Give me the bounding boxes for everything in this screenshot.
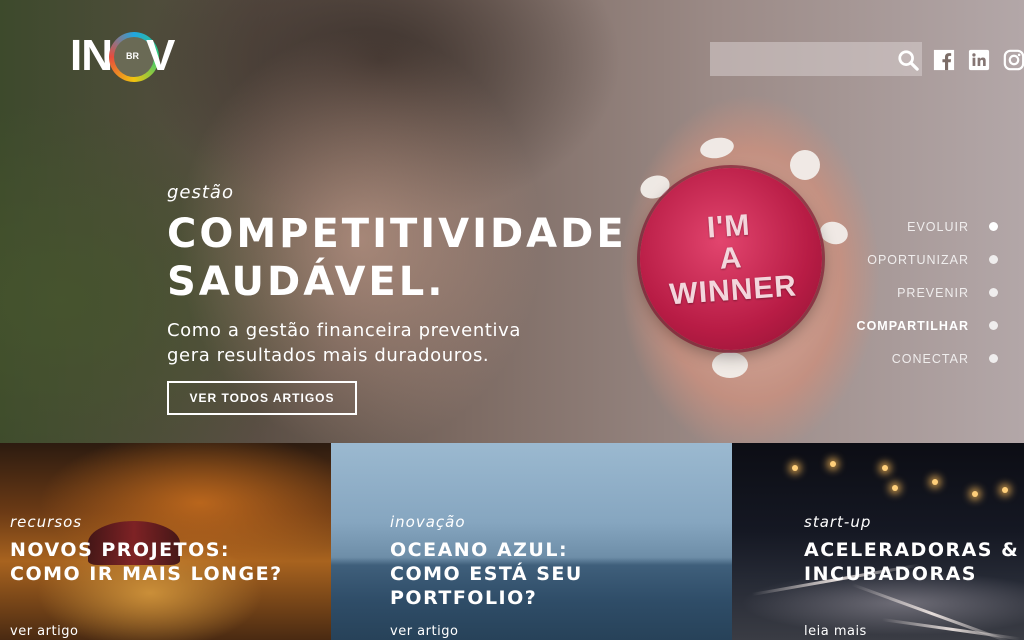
city-light (792, 465, 798, 471)
city-light (892, 485, 898, 491)
section-nav-item-evoluir[interactable]: EVOLUIR (857, 210, 998, 243)
card-title-line: ACELERADORAS & (804, 539, 1020, 561)
facebook-icon[interactable] (933, 49, 955, 71)
city-light (882, 465, 888, 471)
search-input[interactable] (710, 42, 922, 76)
card-title-line: OCEANO AZUL: (390, 539, 569, 561)
card-link[interactable]: ver artigo (390, 624, 458, 639)
nav-dot-icon (989, 288, 998, 297)
city-light (932, 479, 938, 485)
card-title-line: PORTFOLIO? (390, 587, 538, 609)
card-category: inovação (390, 513, 466, 531)
card-title: OCEANO AZUL: COMO ESTÁ SEU PORTFOLIO? (390, 538, 583, 610)
article-card-startup[interactable]: start-up ACELERADORAS & INCUBADORAS leia… (732, 443, 1024, 640)
section-nav-label: EVOLUIR (907, 219, 969, 234)
hero-subtitle-line: Como a gestão financeira preventiva (167, 320, 521, 341)
article-card-recursos[interactable]: recursos NOVOS PROJETOS: COMO IR MAIS LO… (0, 443, 331, 640)
instagram-icon[interactable] (1003, 49, 1024, 71)
section-nav-item-conectar[interactable]: CONECTAR (857, 342, 998, 375)
light-streak (851, 583, 1013, 640)
nav-dot-icon (989, 354, 998, 363)
fingernail (712, 352, 748, 378)
card-title-line: NOVOS PROJETOS: (10, 539, 231, 561)
card-category: start-up (804, 513, 872, 531)
logo-text-v: V (146, 31, 175, 80)
site-logo[interactable]: IN BR V (70, 28, 180, 88)
city-light (972, 491, 978, 497)
hero-subtitle-line: gera resultados mais duradouros. (167, 345, 490, 366)
card-link[interactable]: ver artigo (10, 624, 78, 639)
badge-text: WINNER (668, 269, 799, 312)
section-nav-item-prevenir[interactable]: PREVENIR (857, 276, 998, 309)
nav-dot-icon (989, 222, 998, 231)
hero-title-line: COMPETITIVIDADE (167, 211, 627, 257)
card-title-line: COMO IR MAIS LONGE? (10, 563, 283, 585)
card-title-line: COMO ESTÁ SEU (390, 563, 583, 585)
section-nav-item-compartilhar[interactable]: COMPARTILHAR (857, 309, 998, 342)
section-nav-item-oportunizar[interactable]: OPORTUNIZAR (857, 243, 998, 276)
section-nav-label: COMPARTILHAR (856, 318, 969, 333)
card-category: recursos (10, 513, 83, 531)
section-nav-label: OPORTUNIZAR (867, 252, 969, 267)
card-title: ACELERADORAS & INCUBADORAS (804, 538, 1019, 586)
nav-dot-icon (989, 255, 998, 264)
hero-title-line: SAUDÁVEL. (167, 259, 446, 305)
linkedin-icon[interactable] (968, 49, 990, 71)
see-all-articles-button[interactable]: VER TODOS ARTIGOS (167, 381, 357, 415)
search-icon[interactable] (897, 49, 919, 71)
article-card-inovacao[interactable]: inovação OCEANO AZUL: COMO ESTÁ SEU PORT… (331, 443, 732, 640)
section-nav-label: PREVENIR (897, 285, 969, 300)
card-title-line: INCUBADORAS (804, 563, 977, 585)
nav-dot-icon (989, 321, 998, 330)
card-title: NOVOS PROJETOS: COMO IR MAIS LONGE? (10, 538, 283, 586)
card-link[interactable]: leia mais (804, 624, 867, 639)
city-light (830, 461, 836, 467)
badge-text: A (718, 241, 744, 276)
hero-category: gestão (167, 182, 234, 203)
hero-title: COMPETITIVIDADE SAUDÁVEL. (167, 210, 627, 306)
section-nav: EVOLUIR OPORTUNIZAR PREVENIR COMPARTILHA… (857, 210, 998, 375)
logo-text-in: IN (70, 31, 113, 80)
hero-subtitle: Como a gestão financeira preventiva gera… (167, 318, 547, 368)
section-nav-label: CONECTAR (891, 351, 969, 366)
badge-text: I'M (705, 208, 752, 245)
city-light (1002, 487, 1008, 493)
logo-ring-label: BR (126, 51, 139, 61)
